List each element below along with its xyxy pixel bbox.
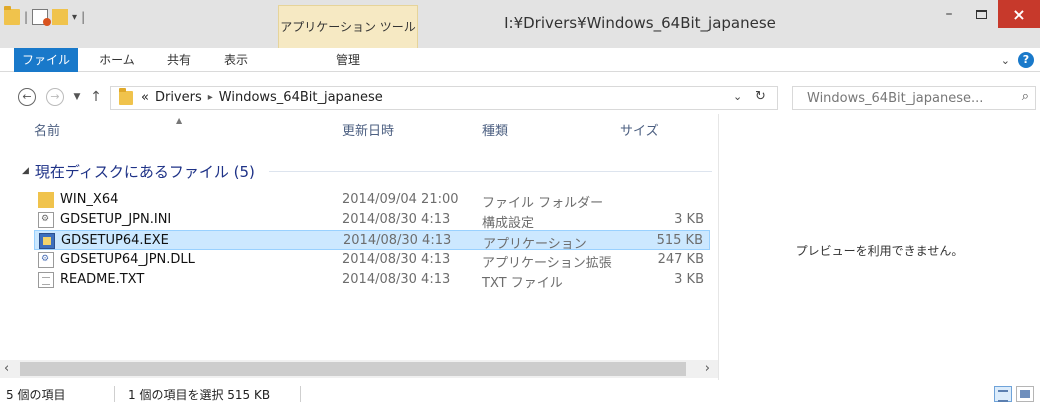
column-header-type[interactable]: 種類 <box>482 114 508 150</box>
breadcrumb-item-drivers[interactable]: Drivers <box>155 90 202 105</box>
list-item[interactable]: GDSETUP_JPN.INI 2014/08/30 4:13 構成設定 3 K… <box>34 210 710 231</box>
search-icon[interactable]: ⌕ <box>1022 89 1029 104</box>
column-header-name[interactable]: 名前 <box>34 114 60 150</box>
breadcrumb: « Drivers ▸ Windows_64Bit_japanese <box>141 90 383 105</box>
file-name: GDSETUP64_JPN.DLL <box>60 252 195 267</box>
status-item-count: 5 個の項目 <box>6 388 66 402</box>
breadcrumb-overflow[interactable]: « <box>141 90 149 105</box>
file-date: 2014/09/04 21:00 <box>342 192 459 207</box>
folder-icon <box>38 192 54 208</box>
back-button[interactable]: ← <box>16 88 38 106</box>
group-divider <box>268 170 712 172</box>
details-view-icon[interactable] <box>994 386 1012 402</box>
folder-app-icon[interactable] <box>4 6 20 25</box>
window-title: I:¥Drivers¥Windows_64Bit_japanese <box>504 14 776 32</box>
breadcrumb-item-current[interactable]: Windows_64Bit_japanese <box>219 90 383 105</box>
file-size: 3 KB <box>674 212 704 227</box>
address-folder-icon <box>119 88 133 105</box>
recent-locations-icon[interactable]: ▼ <box>70 88 84 106</box>
context-tab-header: アプリケーション ツール <box>278 5 418 48</box>
customize-dropdown-icon[interactable]: ▾ <box>72 12 77 23</box>
file-date: 2014/08/30 4:13 <box>342 272 451 287</box>
file-date: 2014/08/30 4:13 <box>342 252 451 267</box>
scroll-left-icon[interactable]: ‹ <box>4 361 9 376</box>
column-header-size[interactable]: サイズ <box>620 114 659 150</box>
file-name: GDSETUP64.EXE <box>61 233 169 248</box>
quick-access-toolbar: | ▾ | <box>4 6 85 28</box>
file-type: 構成設定 <box>482 216 535 231</box>
search-box[interactable]: Windows_64Bit_japanese... ⌕ <box>792 86 1036 110</box>
list-item[interactable]: GDSETUP64_JPN.DLL 2014/08/30 4:13 アプリケーシ… <box>34 250 710 271</box>
file-name: GDSETUP_JPN.INI <box>60 212 172 227</box>
file-date: 2014/08/30 4:13 <box>343 233 452 248</box>
large-icons-view-icon[interactable] <box>1016 386 1034 402</box>
search-placeholder: Windows_64Bit_japanese... <box>807 91 984 106</box>
file-list: 名前 ▲ 更新日時 種類 サイズ ◢ 現在ディスクにあるファイル (5) WIN… <box>0 114 718 380</box>
help-icon[interactable]: ? <box>1018 52 1034 68</box>
preview-pane: プレビューを利用できません。 <box>718 114 1040 380</box>
tab-share[interactable]: 共有 <box>159 48 199 72</box>
dll-file-icon <box>38 252 54 268</box>
ribbon-right-controls: ⌄ ? <box>1001 48 1034 72</box>
title-bar: | ▾ | アプリケーション ツール I:¥Drivers¥Windows_64… <box>0 0 1040 48</box>
file-type: アプリケーション拡張 <box>482 256 612 271</box>
expand-ribbon-icon[interactable]: ⌄ <box>1001 54 1010 67</box>
context-tab-header-label: アプリケーション ツール <box>280 20 416 34</box>
properties-icon[interactable] <box>32 9 52 26</box>
group-label: 現在ディスクにあるファイル (5) <box>34 162 255 181</box>
breadcrumb-chevron-icon[interactable]: ▸ <box>208 92 213 103</box>
tab-manage[interactable]: 管理 <box>278 48 418 72</box>
sort-ascending-icon: ▲ <box>176 116 183 125</box>
status-selection: 1 個の項目を選択 515 KB <box>128 388 271 402</box>
refresh-icon[interactable]: ↻ <box>755 89 766 104</box>
forward-arrow-icon: → <box>46 88 64 106</box>
file-date: 2014/08/30 4:13 <box>342 212 451 227</box>
address-bar[interactable]: « Drivers ▸ Windows_64Bit_japanese ⌄ ↻ <box>110 86 778 110</box>
toolbar-separator: | <box>81 10 86 24</box>
txt-file-icon <box>38 272 54 288</box>
tab-file[interactable]: ファイル <box>14 48 78 72</box>
file-size: 247 KB <box>657 252 704 267</box>
ini-file-icon <box>38 212 54 228</box>
list-item-selected[interactable]: GDSETUP64.EXE 2014/08/30 4:13 アプリケーション 5… <box>34 230 710 252</box>
status-divider <box>300 386 301 402</box>
back-arrow-icon: ← <box>18 88 36 106</box>
file-type: TXT ファイル <box>482 276 563 291</box>
tab-view[interactable]: 表示 <box>216 48 256 72</box>
horizontal-scrollbar[interactable]: ‹ › <box>0 360 718 378</box>
column-header-date[interactable]: 更新日時 <box>342 114 394 150</box>
scrollbar-thumb[interactable] <box>20 362 686 376</box>
status-bar: 5 個の項目 1 個の項目を選択 515 KB <box>0 380 1040 408</box>
group-header[interactable]: ◢ 現在ディスクにあるファイル (5) <box>22 160 712 182</box>
collapse-group-icon[interactable]: ◢ <box>22 166 29 176</box>
file-size: 3 KB <box>674 272 704 287</box>
file-size: 515 KB <box>656 233 703 248</box>
scroll-right-icon[interactable]: › <box>705 361 710 376</box>
file-name: README.TXT <box>60 272 145 287</box>
list-item[interactable]: README.TXT 2014/08/30 4:13 TXT ファイル 3 KB <box>34 270 710 291</box>
preview-message: プレビューを利用できません。 <box>795 244 964 258</box>
file-name: WIN_X64 <box>60 192 119 207</box>
new-folder-icon[interactable] <box>52 9 69 25</box>
forward-button[interactable]: → <box>44 88 66 106</box>
address-dropdown-icon[interactable]: ⌄ <box>733 90 742 103</box>
status-divider <box>114 386 115 402</box>
exe-file-icon <box>39 233 55 249</box>
close-button[interactable]: × <box>998 0 1040 28</box>
toolbar-separator: | <box>24 10 29 24</box>
file-type: ファイル フォルダー <box>482 196 604 211</box>
ribbon-tabs: ファイル ホーム 共有 表示 管理 ⌄ ? <box>0 48 1040 72</box>
maximize-button[interactable] <box>966 0 996 28</box>
up-button[interactable]: ↑ <box>88 88 104 106</box>
tab-home[interactable]: ホーム <box>92 48 142 72</box>
minimize-button[interactable]: – <box>934 0 964 28</box>
list-item[interactable]: WIN_X64 2014/09/04 21:00 ファイル フォルダー <box>34 190 710 211</box>
maximize-icon <box>975 9 987 19</box>
navigation-bar: ← → ▼ ↑ « Drivers ▸ Windows_64Bit_japane… <box>0 80 1040 114</box>
